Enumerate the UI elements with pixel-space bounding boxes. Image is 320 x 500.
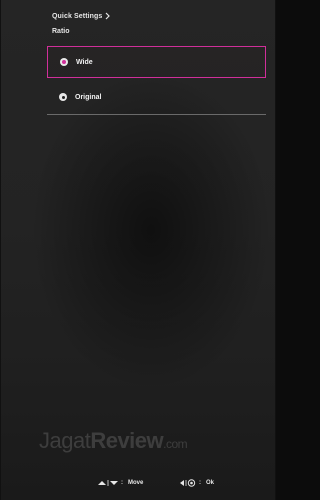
chevron-right-icon bbox=[105, 12, 111, 20]
radio-selected-icon bbox=[60, 58, 68, 66]
radio-unselected-icon bbox=[59, 93, 67, 101]
watermark-logo: JagatReview.com bbox=[39, 428, 188, 453]
ratio-settings-screen: Quick Settings Ratio Wide Original Jagat… bbox=[0, 0, 276, 500]
breadcrumb-label: Quick Settings bbox=[52, 12, 103, 20]
ok-hint: : Ok bbox=[179, 479, 214, 487]
breadcrumb[interactable]: Quick Settings bbox=[52, 12, 111, 20]
ok-label: Ok bbox=[206, 480, 215, 486]
section-title: Ratio bbox=[52, 28, 70, 35]
move-hint: : Move bbox=[97, 479, 143, 487]
move-label: Move bbox=[128, 480, 144, 486]
option-wide[interactable]: Wide bbox=[47, 46, 266, 78]
footer-hints: : Move : Ok bbox=[1, 476, 275, 490]
option-original[interactable]: Original bbox=[47, 81, 266, 113]
up-down-arrows-icon bbox=[98, 480, 118, 486]
option-label: Original bbox=[75, 93, 102, 101]
option-label: Wide bbox=[76, 58, 93, 66]
left-arrow-ok-icon bbox=[180, 479, 196, 487]
divider bbox=[47, 114, 266, 115]
